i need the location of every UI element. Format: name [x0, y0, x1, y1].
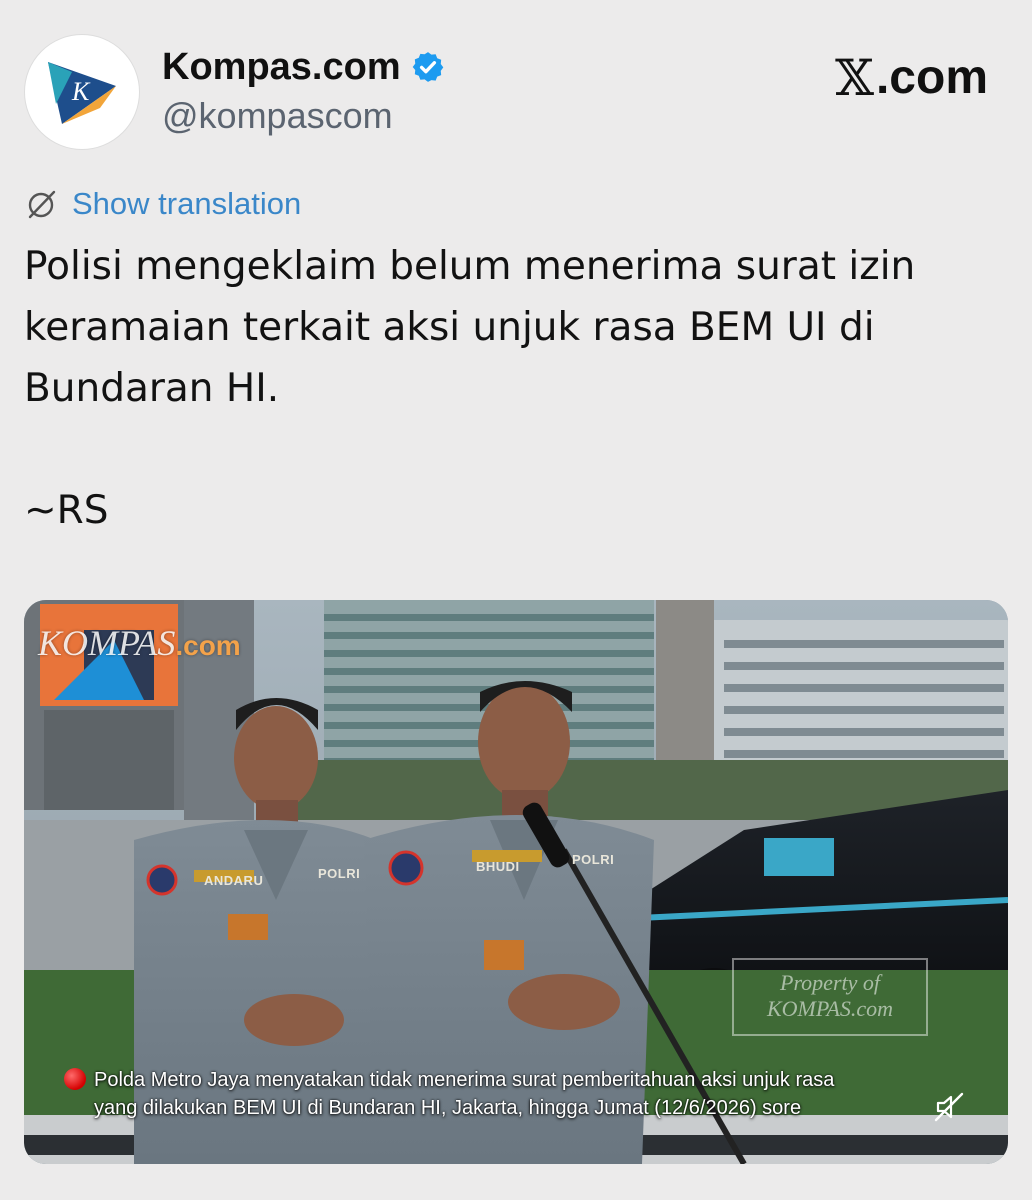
account-display-name-row[interactable]: Kompas.com	[162, 44, 445, 90]
account-display-name[interactable]: Kompas.com	[162, 44, 401, 90]
watermark-top-main: KOMPAS	[38, 623, 176, 663]
muted-speaker-icon[interactable]	[932, 1090, 966, 1124]
x-brand-logo: 𝕏 .com	[835, 50, 988, 106]
avatar-letter: K	[71, 77, 91, 106]
tweet-text-line: keramaian terkait aksi unjuk rasa BEM UI…	[24, 305, 875, 350]
account-handle[interactable]: @kompascom	[162, 94, 393, 138]
account-avatar[interactable]: K	[24, 34, 140, 150]
x-brand-text: .com	[875, 51, 988, 104]
badge-tag-right: POLRI	[572, 852, 615, 867]
video-caption-text: Polda Metro Jaya menyatakan tidak meneri…	[94, 1069, 835, 1091]
video-caption: Polda Metro Jaya menyatakan tidak meneri…	[64, 1066, 984, 1122]
kompas-logo-icon: K	[48, 62, 116, 124]
tweet-media-video[interactable]: KOMPAS.com ANDARU POLRI BHUDI POLRI Prop…	[24, 600, 1008, 1164]
tweet-signature: ~RS	[24, 488, 109, 533]
watermark-bottom-line1: Property of	[780, 970, 880, 995]
show-translation-link[interactable]: Show translation	[24, 184, 301, 224]
name-tag-right: BHUDI	[476, 859, 520, 874]
video-caption-line: Polda Metro Jaya menyatakan tidak meneri…	[64, 1066, 984, 1094]
badge-tag-left: POLRI	[318, 866, 361, 881]
verified-badge-icon	[412, 52, 443, 82]
show-translation-label[interactable]: Show translation	[72, 186, 301, 222]
tweet-text-line: Polisi mengeklaim belum menerima surat i…	[24, 244, 916, 289]
live-dot-icon	[64, 1068, 86, 1090]
translate-globe-icon	[28, 190, 56, 219]
tweet-text: Polisi mengeklaim belum menerima surat i…	[24, 236, 984, 419]
watermark-top-suffix: .com	[175, 630, 241, 661]
tweet-text-line: Bundaran HI.	[24, 366, 280, 411]
watermark-bottom-line2: KOMPAS.com	[766, 996, 894, 1021]
kompas-watermark-bottom: Property of KOMPAS.com	[732, 958, 928, 1036]
video-caption-line: yang dilakukan BEM UI di Bundaran HI, Ja…	[94, 1097, 802, 1119]
kompas-watermark-top: KOMPAS.com	[38, 622, 241, 664]
name-tag-left: ANDARU	[204, 873, 264, 888]
x-logo-icon: 𝕏	[835, 49, 874, 107]
